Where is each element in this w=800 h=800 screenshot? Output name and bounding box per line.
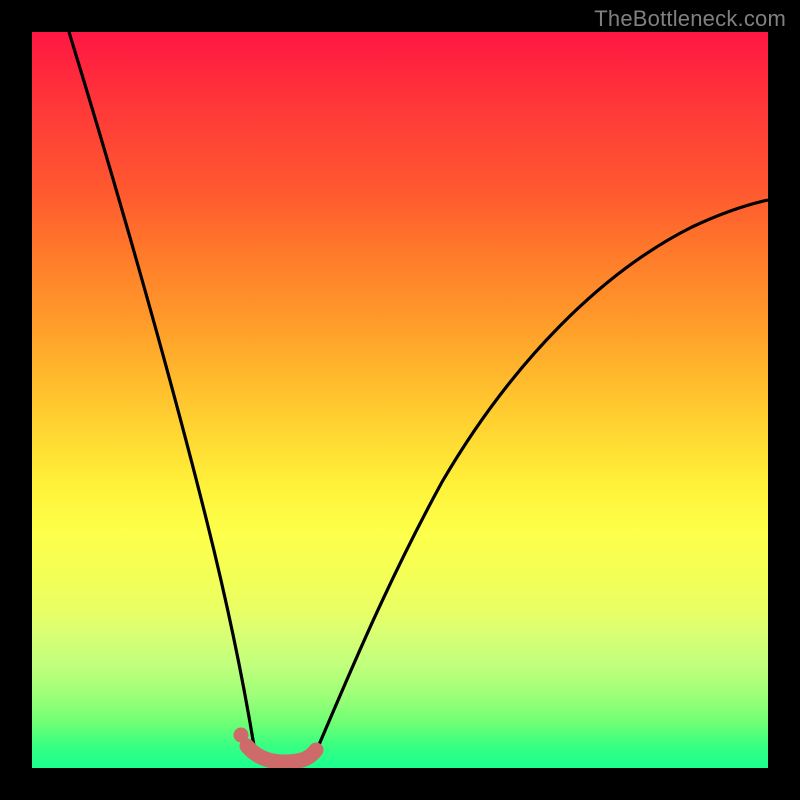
plot-area [32, 32, 768, 768]
chart-svg [32, 32, 768, 768]
watermark-text: TheBottleneck.com [594, 6, 786, 32]
right-curve [315, 200, 768, 754]
valley-floor [247, 746, 316, 762]
left-curve [69, 32, 255, 752]
left-dot [234, 728, 249, 743]
chart-frame: TheBottleneck.com [0, 0, 800, 800]
